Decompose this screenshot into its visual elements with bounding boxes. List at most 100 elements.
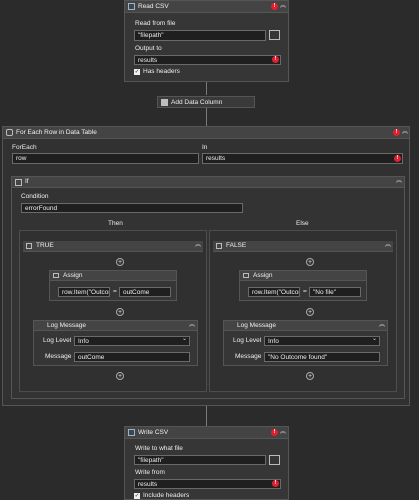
csv-icon [128, 3, 135, 10]
collapse-icon[interactable]: ︽ [385, 242, 391, 249]
file-path-input[interactable]: "filepath" [134, 455, 266, 465]
log-level-label: Log Level [233, 337, 262, 344]
log-level-label: Log Level [43, 337, 72, 344]
add-activity-icon[interactable]: + [116, 372, 124, 380]
error-icon: ! [394, 155, 401, 162]
write-csv-title: Write CSV [138, 429, 169, 436]
then-branch-container: TRUE ︽ + Assign row.Item("Outcom = outCo… [19, 230, 207, 392]
message-label: Message [45, 353, 72, 360]
log-message-activity[interactable]: Log Message ︽ Log Level Info ⌄ Message "… [223, 320, 388, 366]
sequence-icon [216, 243, 222, 249]
read-from-file-label: Read from file [135, 20, 176, 27]
csv-icon [128, 429, 135, 436]
add-activity-icon[interactable]: + [306, 308, 314, 316]
assign-equals: = [113, 288, 117, 295]
false-sequence-header: FALSE ︽ [213, 241, 393, 252]
foreach-variable-input[interactable]: row [12, 153, 199, 164]
collapse-icon[interactable]: ︽ [280, 3, 286, 10]
true-title: TRUE [36, 242, 54, 249]
if-title: If [25, 178, 29, 185]
column-icon [161, 99, 168, 106]
in-datatable-input[interactable]: results [202, 153, 403, 164]
connector-line [206, 108, 207, 126]
assign-value-input[interactable]: "No file" [309, 287, 361, 297]
message-label: Message [235, 353, 262, 360]
assign-icon [53, 273, 59, 278]
assign-to-input[interactable]: row.Item("Outcom [58, 287, 110, 297]
output-to-label: Output to [135, 45, 162, 52]
assign-title: Assign [253, 272, 273, 279]
log-message-title: Log Message [47, 322, 87, 329]
add-activity-icon[interactable]: + [116, 308, 124, 316]
log-level-select[interactable]: Info [74, 336, 190, 346]
assign-value-input[interactable]: outCome [119, 287, 171, 297]
add-data-column-activity[interactable]: Add Data Column [157, 96, 255, 108]
write-to-file-label: Write to what file [135, 445, 183, 452]
foreach-label: ForEach [12, 144, 37, 151]
decision-icon [15, 179, 22, 186]
sequence-icon [26, 243, 32, 249]
collapse-icon[interactable]: ︽ [379, 322, 385, 329]
write-csv-activity[interactable]: Write CSV ! ︽ Write to what file "filepa… [124, 426, 289, 500]
add-activity-icon[interactable]: + [116, 258, 124, 266]
error-icon: ! [272, 56, 279, 63]
log-message-title: Log Message [237, 322, 277, 329]
collapse-icon[interactable]: ︽ [396, 178, 402, 185]
read-csv-header: Read CSV ! ︽ [125, 1, 288, 13]
message-input[interactable]: "No Outcome found" [264, 352, 380, 362]
error-icon[interactable]: ! [271, 429, 278, 436]
false-title: FALSE [226, 242, 247, 249]
output-to-input[interactable]: results [134, 55, 281, 65]
write-csv-header: Write CSV ! ︽ [125, 427, 288, 439]
has-headers-checkbox[interactable]: ✓ [134, 69, 140, 75]
folder-browse-icon[interactable] [269, 30, 280, 40]
assign-activity[interactable]: Assign row.Item("Outcom = outCome [49, 270, 177, 301]
assign-to-input[interactable]: row.Item("Outcom [248, 287, 300, 297]
chevron-down-icon[interactable]: ⌄ [372, 336, 377, 343]
message-input[interactable]: outCome [74, 352, 190, 362]
add-activity-icon[interactable]: + [306, 258, 314, 266]
assign-header: Assign [50, 271, 176, 281]
assign-activity[interactable]: Assign row.Item("Outcom = "No file" [239, 270, 367, 301]
error-icon[interactable]: ! [393, 129, 400, 136]
has-headers-label: Has headers [143, 68, 180, 75]
log-message-activity[interactable]: Log Message ︽ Log Level Info ⌄ Message o… [33, 320, 198, 366]
for-each-title: For Each Row in Data Table [16, 129, 97, 136]
condition-label: Condition [21, 193, 49, 200]
write-from-input[interactable]: results [134, 479, 281, 489]
if-header: If ︽ [12, 177, 404, 188]
chevron-down-icon[interactable]: ⌄ [182, 336, 187, 343]
collapse-icon[interactable]: ︽ [402, 129, 408, 136]
for-each-row-activity[interactable]: For Each Row in Data Table ! ︽ ForEach r… [2, 126, 410, 406]
connector-line [206, 406, 207, 426]
in-label: In [202, 144, 208, 151]
loop-icon [6, 129, 13, 136]
include-headers-checkbox[interactable]: ✓ [134, 493, 140, 499]
read-csv-activity[interactable]: Read CSV ! ︽ Read from file "filepath" O… [124, 0, 289, 82]
add-data-column-label: Add Data Column [171, 99, 223, 106]
assign-title: Assign [63, 272, 83, 279]
collapse-icon[interactable]: ︽ [189, 322, 195, 329]
true-sequence-header: TRUE ︽ [23, 241, 203, 252]
else-branch-container: FALSE ︽ + Assign row.Item("Outcom = "No … [209, 230, 397, 392]
error-icon[interactable]: ! [271, 3, 278, 10]
if-activity[interactable]: If ︽ Condition errorFound Then Else TRUE… [11, 176, 405, 399]
log-level-select[interactable]: Info [264, 336, 380, 346]
collapse-icon[interactable]: ︽ [195, 242, 201, 249]
condition-input[interactable]: errorFound [21, 203, 243, 213]
assign-icon [243, 273, 249, 278]
connector-line [206, 82, 207, 95]
log-message-header: Log Message ︽ [34, 321, 197, 331]
folder-browse-icon[interactable] [269, 455, 280, 465]
else-label: Else [296, 220, 309, 227]
assign-equals: = [303, 288, 307, 295]
collapse-icon[interactable]: ︽ [280, 429, 286, 436]
log-message-header: Log Message ︽ [224, 321, 387, 331]
for-each-header: For Each Row in Data Table ! ︽ [3, 127, 409, 139]
read-csv-title: Read CSV [138, 3, 169, 10]
file-path-input[interactable]: "filepath" [134, 30, 266, 41]
assign-header: Assign [240, 271, 366, 281]
error-icon: ! [272, 480, 279, 487]
include-headers-label: Include headers [143, 492, 190, 499]
add-activity-icon[interactable]: + [306, 372, 314, 380]
